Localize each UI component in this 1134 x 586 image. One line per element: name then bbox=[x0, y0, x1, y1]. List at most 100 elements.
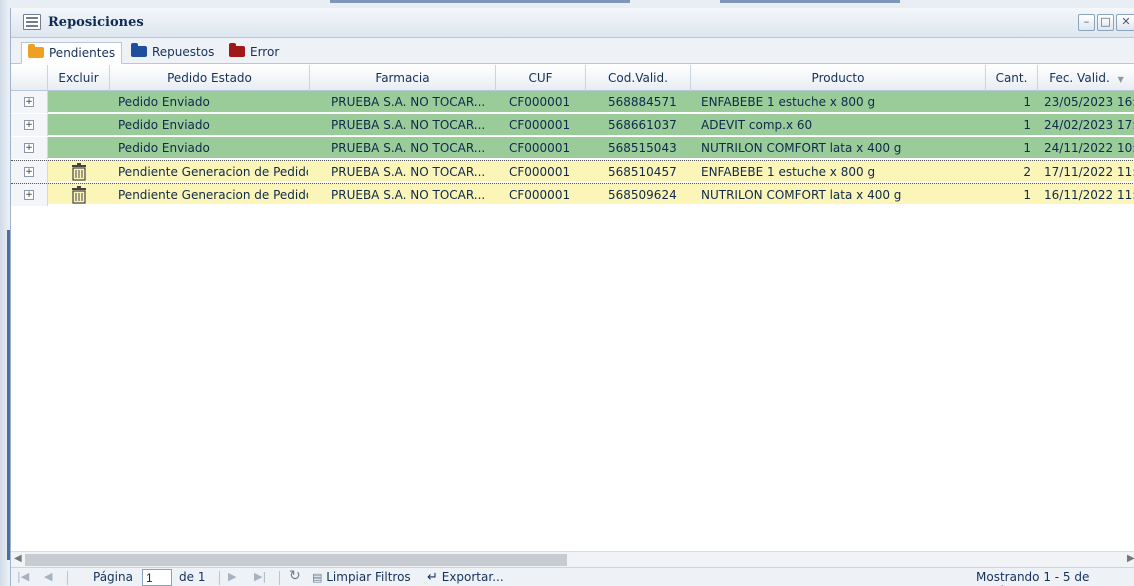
cell-codvalid: 568509624 bbox=[608, 188, 677, 202]
cell-fecvalid: 24/11/2022 10: bbox=[1044, 141, 1134, 155]
cell-codvalid: 568515043 bbox=[608, 141, 677, 155]
table-row[interactable]: + Pedido Enviado PRUEBA S.A. NO TOCAR... CF… bbox=[11, 137, 1134, 159]
cell-codvalid: 568661037 bbox=[608, 118, 677, 132]
cell-producto: ADEVIT comp.x 60 bbox=[701, 118, 813, 132]
cell-estado: Pedido Enviado bbox=[118, 141, 210, 155]
cell-cant: 2 bbox=[1023, 165, 1031, 179]
window-title: Reposiciones bbox=[48, 15, 144, 30]
cell-farmacia: PRUEBA S.A. NO TOCAR... bbox=[331, 95, 486, 109]
row-expander[interactable]: + bbox=[11, 137, 48, 159]
cell-producto: NUTRILON COMFORT lata x 400 g bbox=[701, 188, 902, 202]
expand-plus-icon[interactable]: + bbox=[24, 120, 34, 130]
table-row[interactable]: + Pendiente Generacion de Pedido PRUEBA S.… bbox=[11, 183, 1134, 206]
grid-header: Excluir Pedido Estado Farmacia CUF Cod.V… bbox=[11, 65, 1134, 91]
clear-filters-button[interactable]: ▤ Limpiar Filtros bbox=[312, 570, 411, 584]
row-expander[interactable]: + bbox=[11, 161, 48, 183]
page-label: Página bbox=[93, 570, 133, 584]
header-cod-valid[interactable]: Cod.Valid. bbox=[586, 65, 691, 91]
close-button[interactable]: ✕ bbox=[1116, 14, 1134, 31]
cell-estado: Pedido Enviado bbox=[118, 95, 210, 109]
table-row[interactable]: + Pedido Enviado PRUEBA S.A. NO TOCAR... CF… bbox=[11, 114, 1134, 136]
header-fec-valid[interactable]: Fec. Valid. ▼ bbox=[1038, 65, 1134, 91]
cell-farmacia: PRUEBA S.A. NO TOCAR... bbox=[331, 118, 486, 132]
prev-page-icon[interactable]: ◀ bbox=[44, 570, 52, 583]
tab-error[interactable]: Error bbox=[223, 42, 285, 64]
expand-plus-icon[interactable]: + bbox=[24, 143, 34, 153]
cell-producto: ENFABEBE 1 estuche x 800 g bbox=[701, 165, 876, 179]
header-farmacia[interactable]: Farmacia bbox=[310, 65, 496, 91]
cell-producto: ENFABEBE 1 estuche x 800 g bbox=[701, 95, 876, 109]
cell-codvalid: 568510457 bbox=[608, 165, 677, 179]
folder-red-icon bbox=[229, 43, 245, 57]
cell-fecvalid: 24/02/2023 17: bbox=[1044, 118, 1134, 132]
tab-label: Repuestos bbox=[152, 45, 215, 59]
expand-plus-icon[interactable]: + bbox=[24, 190, 34, 200]
tab-label: Pendientes bbox=[49, 46, 116, 60]
last-page-icon[interactable]: ▶| bbox=[254, 570, 266, 583]
background-window-strip bbox=[0, 0, 1134, 8]
header-expander bbox=[11, 65, 48, 91]
export-button[interactable]: ↵ Exportar... bbox=[427, 570, 504, 585]
cell-cant: 1 bbox=[1023, 141, 1031, 155]
trash-icon[interactable] bbox=[71, 163, 87, 181]
expand-plus-icon[interactable]: + bbox=[24, 167, 34, 177]
page-number-input[interactable] bbox=[142, 569, 172, 586]
paging-toolbar: |◀ ◀ Página de 1 ▶ ▶| ↻ ▤ Limpiar Filtro… bbox=[11, 567, 1134, 586]
table-row[interactable]: + Pedido Enviado PRUEBA S.A. NO TOCAR... CF… bbox=[11, 91, 1134, 113]
cell-farmacia: PRUEBA S.A. NO TOCAR... bbox=[331, 141, 486, 155]
header-fec-valid-label: Fec. Valid. bbox=[1049, 71, 1110, 85]
tab-repuestos[interactable]: Repuestos bbox=[125, 42, 220, 64]
cell-cuf: CF000001 bbox=[509, 95, 571, 109]
tab-strip: Pendientes Repuestos Error bbox=[11, 38, 1134, 64]
cell-fecvalid: 17/11/2022 11: bbox=[1044, 165, 1134, 179]
header-pedido-estado[interactable]: Pedido Estado bbox=[110, 65, 310, 91]
cell-producto: NUTRILON COMFORT lata x 400 g bbox=[701, 141, 902, 155]
scroll-right-icon[interactable]: ▶ bbox=[1127, 553, 1134, 564]
cell-farmacia: PRUEBA S.A. NO TOCAR... bbox=[331, 188, 486, 202]
reposiciones-window: Reposiciones – □ ✕ Pendientes Repuestos … bbox=[10, 8, 1134, 586]
filter-trash-icon: ▤ bbox=[312, 571, 323, 584]
scroll-left-icon[interactable]: ◀ bbox=[14, 553, 22, 564]
window-app-icon bbox=[23, 14, 41, 30]
sort-down-icon: ▼ bbox=[1117, 75, 1124, 84]
cell-estado: Pendiente Generacion de Pedido bbox=[118, 188, 308, 202]
tab-label: Error bbox=[250, 45, 280, 59]
row-expander[interactable]: + bbox=[11, 91, 48, 113]
tab-pendientes[interactable]: Pendientes bbox=[21, 42, 123, 64]
row-expander[interactable]: + bbox=[11, 184, 48, 206]
cell-codvalid: 568884571 bbox=[608, 95, 677, 109]
cell-cant: 1 bbox=[1023, 118, 1031, 132]
row-expander[interactable]: + bbox=[11, 114, 48, 136]
export-icon: ↵ bbox=[427, 570, 438, 585]
header-cant[interactable]: Cant. bbox=[986, 65, 1038, 91]
header-cuf[interactable]: CUF bbox=[496, 65, 586, 91]
grid-body: + Pedido Enviado PRUEBA S.A. NO TOCAR... CF… bbox=[11, 91, 1134, 561]
refresh-icon[interactable]: ↻ bbox=[289, 568, 301, 584]
cell-fecvalid: 23/05/2023 16: bbox=[1044, 95, 1134, 109]
clear-filters-label: Limpiar Filtros bbox=[326, 570, 411, 584]
cell-farmacia: PRUEBA S.A. NO TOCAR... bbox=[331, 165, 486, 179]
cell-cant: 1 bbox=[1023, 188, 1031, 202]
left-edge-frame bbox=[0, 0, 10, 586]
cell-estado: Pendiente Generacion de Pedido bbox=[118, 165, 308, 179]
page-count-label: de 1 bbox=[179, 570, 206, 584]
cell-cuf: CF000001 bbox=[509, 118, 571, 132]
title-bar: Reposiciones – □ ✕ bbox=[11, 8, 1134, 38]
cell-cuf: CF000001 bbox=[509, 188, 571, 202]
next-page-icon[interactable]: ▶ bbox=[228, 570, 236, 583]
cell-estado: Pedido Enviado bbox=[118, 118, 210, 132]
header-excluir[interactable]: Excluir bbox=[48, 65, 110, 91]
first-page-icon[interactable]: |◀ bbox=[17, 570, 29, 583]
scrollbar-thumb[interactable] bbox=[25, 554, 567, 566]
cell-cuf: CF000001 bbox=[509, 141, 571, 155]
cell-fecvalid: 16/11/2022 11: bbox=[1044, 188, 1134, 202]
folder-blue-icon bbox=[131, 43, 147, 57]
paging-status: Mostrando 1 - 5 de Muchos bbox=[976, 570, 1090, 586]
horizontal-scrollbar[interactable]: ◀ ▶ bbox=[11, 551, 1134, 567]
maximize-button[interactable]: □ bbox=[1097, 14, 1114, 31]
minimize-button[interactable]: – bbox=[1078, 14, 1095, 31]
table-row[interactable]: + Pendiente Generacion de Pedido PRUEBA S.… bbox=[11, 160, 1134, 183]
trash-icon[interactable] bbox=[71, 186, 87, 204]
header-producto[interactable]: Producto bbox=[691, 65, 986, 91]
expand-plus-icon[interactable]: + bbox=[24, 97, 34, 107]
